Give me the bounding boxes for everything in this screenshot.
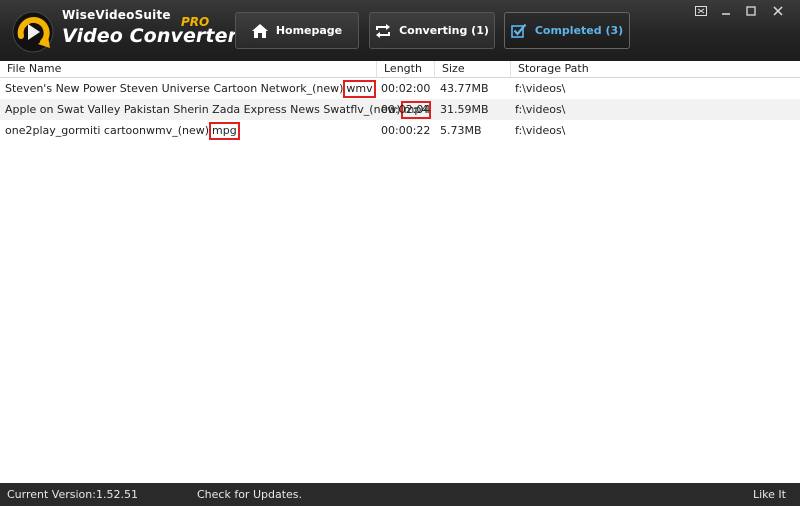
length-cell: 00:02:04 (381, 103, 431, 116)
completed-label: Completed (3) (534, 24, 624, 37)
table-row[interactable]: one2play_gormiti cartoonwmv_(new) mpg 00:… (0, 120, 800, 141)
check-updates-link[interactable]: Check for Updates. (197, 488, 302, 501)
brand-name: WiseVideoSuite (62, 8, 171, 22)
maximize-icon[interactable] (743, 4, 759, 18)
length-cell: 00:02:00 (381, 82, 431, 95)
storage-path-cell: f:\videos\ (515, 103, 566, 116)
table-header: File Name Length Size Storage Path (0, 61, 800, 78)
size-cell: 43.77MB (440, 82, 489, 95)
app-logo-icon (12, 11, 54, 53)
file-extension-highlight: mpg (209, 122, 240, 140)
version-text: Current Version:1.52.51 (7, 488, 138, 501)
pro-badge: PRO (181, 15, 210, 29)
storage-path-cell: f:\videos\ (515, 124, 566, 137)
file-extension-highlight: wmv (343, 80, 376, 98)
table-row[interactable]: Apple on Swat Valley Pakistan Sherin Zad… (0, 99, 800, 120)
file-name: Steven's New Power Steven Universe Carto… (5, 82, 344, 95)
completed-button[interactable]: Completed (3) (504, 12, 630, 49)
converting-button[interactable]: Converting (1) (369, 12, 495, 49)
column-size[interactable]: Size (435, 61, 511, 78)
status-bar: Current Version:1.52.51 Check for Update… (0, 483, 800, 506)
length-cell: 00:00:22 (381, 124, 431, 137)
size-cell: 5.73MB (440, 124, 482, 137)
homepage-label: Homepage (275, 24, 343, 37)
app-header: WiseVideoSuite Video Converter PRO Homep… (0, 0, 800, 61)
file-list: Steven's New Power Steven Universe Carto… (0, 78, 800, 141)
file-name: Apple on Swat Valley Pakistan Sherin Zad… (5, 103, 401, 116)
storage-path-cell: f:\videos\ (515, 82, 566, 95)
close-icon[interactable] (770, 4, 786, 18)
converting-label: Converting (1) (399, 24, 489, 37)
file-name: one2play_gormiti cartoonwmv_(new) (5, 124, 210, 137)
like-it-link[interactable]: Like It (753, 488, 786, 501)
column-storage-path[interactable]: Storage Path (511, 61, 800, 78)
home-icon (251, 23, 268, 38)
column-length[interactable]: Length (377, 61, 435, 78)
minimize-icon[interactable] (718, 4, 734, 18)
convert-arrows-icon (376, 23, 391, 38)
table-row[interactable]: Steven's New Power Steven Universe Carto… (0, 78, 800, 99)
column-file-name[interactable]: File Name (0, 61, 377, 78)
checkbox-icon (511, 23, 527, 38)
menu-icon[interactable] (693, 4, 709, 18)
app-title: Video Converter (62, 25, 238, 47)
file-name-cell: Apple on Swat Valley Pakistan Sherin Zad… (5, 99, 432, 120)
file-name-cell: Steven's New Power Steven Universe Carto… (5, 78, 376, 99)
size-cell: 31.59MB (440, 103, 489, 116)
homepage-button[interactable]: Homepage (235, 12, 359, 49)
file-name-cell: one2play_gormiti cartoonwmv_(new) mpg (5, 120, 240, 141)
